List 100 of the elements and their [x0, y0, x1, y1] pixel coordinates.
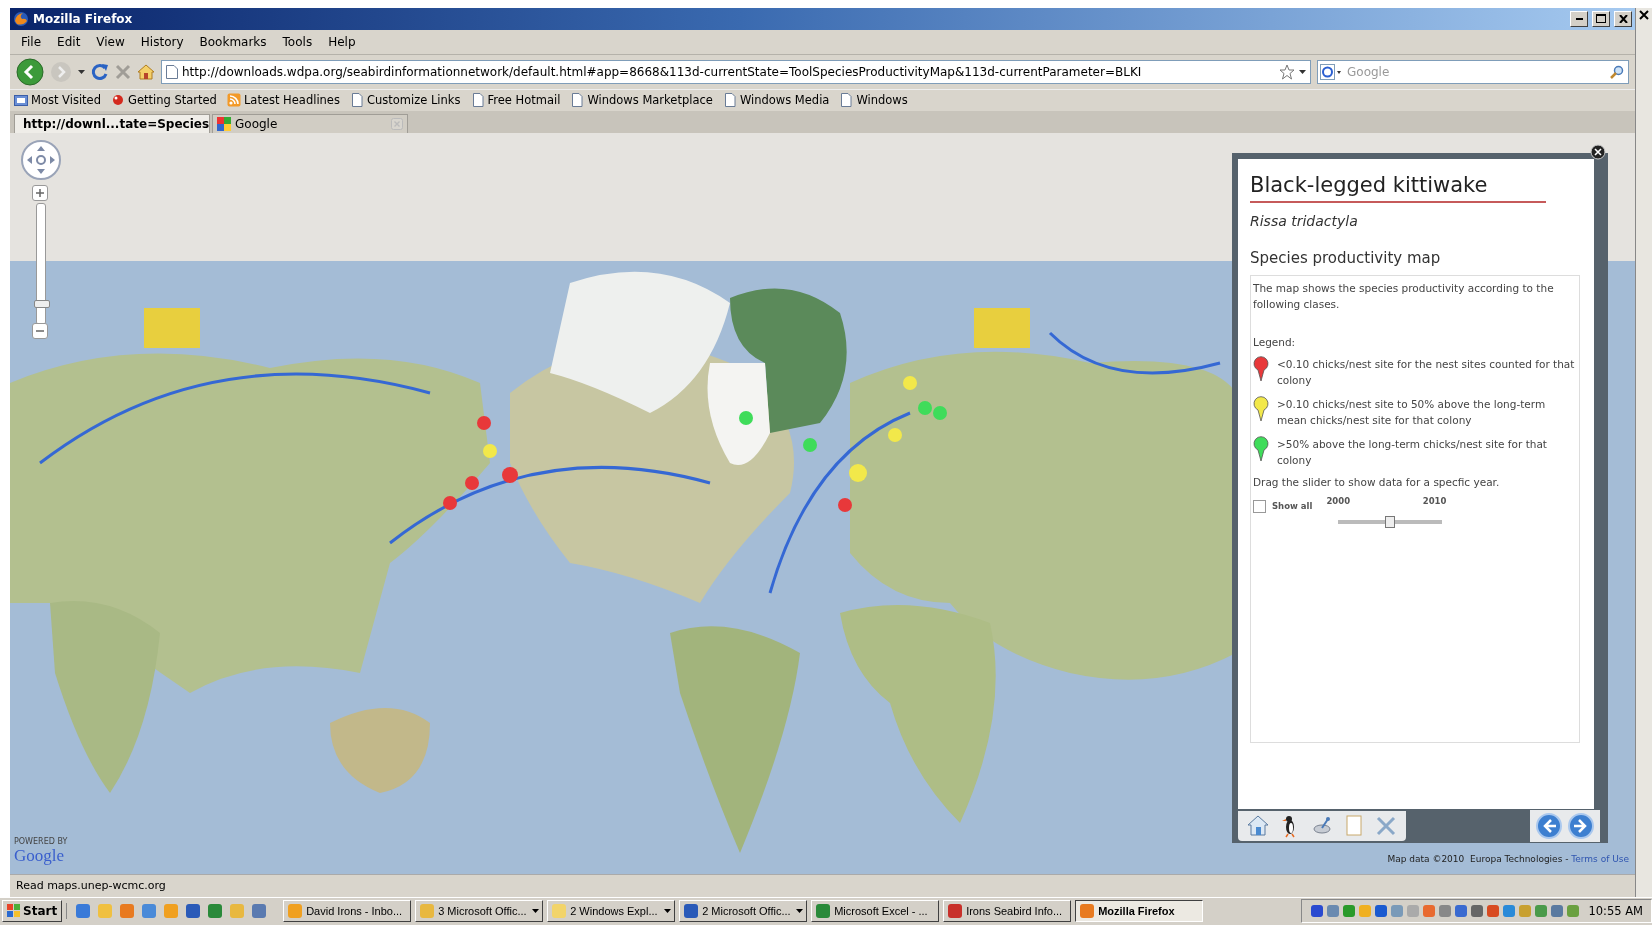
- search-engine-icon: [217, 117, 231, 132]
- instruction-text: Drag the slider to show data for a specfic year.: [1253, 476, 1501, 489]
- bookmark-link[interactable]: Latest Headlines: [226, 93, 340, 108]
- bookmark-link[interactable]: Windows Marketplace: [570, 93, 713, 108]
- previous-button[interactable]: [1536, 813, 1562, 840]
- pan-control-icon[interactable]: [20, 139, 62, 182]
- taskbar-button[interactable]: Mozilla Firefox: [1075, 900, 1204, 923]
- zoom-in-button[interactable]: [32, 185, 48, 202]
- menu-item[interactable]: Help: [321, 32, 363, 51]
- star-icon[interactable]: [1279, 63, 1295, 80]
- stop-icon: [115, 63, 131, 80]
- tray-icon[interactable]: [1550, 904, 1565, 919]
- address-field[interactable]: http://downloads.wdpa.org/seabirdinformationnetwork/default.html#app=8668&113d-currentState=ToolSpeciesProductivityMap&113d-currentParameter=BLKI: [161, 59, 1311, 84]
- app-icon: [947, 903, 964, 920]
- tray-icon[interactable]: [1438, 904, 1453, 919]
- legend-label: Legend:: [1253, 336, 1297, 349]
- app-icon[interactable]: [75, 903, 92, 920]
- history-dropdown-button[interactable]: [78, 69, 85, 74]
- app-icon[interactable]: [251, 903, 268, 920]
- close-icon[interactable]: [1639, 9, 1649, 20]
- bookmark-link[interactable]: Windows Media: [722, 93, 830, 108]
- menu-item[interactable]: History: [133, 32, 191, 51]
- app-icon[interactable]: [185, 903, 202, 920]
- scientific-name: Rissa tridactyla: [1250, 213, 1359, 230]
- close-button[interactable]: [1614, 10, 1632, 27]
- status-text: Read maps.unep-wcmc.org: [16, 879, 166, 893]
- app-icon[interactable]: [141, 903, 158, 920]
- page-icon: [722, 93, 737, 108]
- slider-label: 2000: [1326, 496, 1351, 507]
- next-button[interactable]: [1568, 813, 1594, 840]
- bug-icon: [111, 93, 125, 108]
- home-icon: [137, 63, 155, 80]
- minimize-icon: [1575, 17, 1583, 20]
- tray-icon[interactable]: [1534, 904, 1549, 919]
- app-icon: [287, 903, 304, 920]
- map-provider-logo: Google: [14, 845, 66, 866]
- slider-thumb[interactable]: [1385, 516, 1396, 529]
- map-attribution: Map data ©2010 Europa Technologies -: [1387, 853, 1570, 864]
- taskbar-button[interactable]: Irons Seabird Info...: [943, 900, 1072, 923]
- browser-tab[interactable]: Google: [212, 114, 408, 134]
- back-button[interactable]: [16, 57, 44, 86]
- menu-item[interactable]: Edit: [50, 32, 88, 51]
- tray-icon[interactable]: [1454, 904, 1469, 919]
- menu-item[interactable]: Bookmarks: [192, 32, 274, 51]
- browser-logo-icon: [13, 10, 29, 27]
- tray-icon[interactable]: [1390, 904, 1405, 919]
- app-icon: [1079, 903, 1096, 920]
- stop-button[interactable]: [115, 63, 131, 80]
- browser-tab[interactable]: http://downl...tate=Species: [14, 114, 210, 134]
- menu-item[interactable]: File: [14, 32, 49, 51]
- bookmark-link[interactable]: Customize Links: [349, 93, 461, 108]
- tray-icon[interactable]: [1374, 904, 1389, 919]
- legend-text: <0.10 chicks/nest site for the nest sites counted for that colony: [1277, 357, 1576, 389]
- menu-item[interactable]: Tools: [275, 32, 320, 51]
- bookmark-link[interactable]: Most Visited: [14, 93, 101, 108]
- legend-text: >50% above the long-term chicks/nest site for that colony: [1277, 437, 1548, 469]
- tray-icon[interactable]: [1566, 904, 1581, 919]
- app-icon: [551, 903, 568, 920]
- terms-link[interactable]: Terms of Use: [1571, 853, 1629, 864]
- slider-label: 2010: [1422, 496, 1447, 507]
- bookmark-link[interactable]: Windows: [839, 93, 908, 108]
- caret-icon: [796, 909, 804, 914]
- section-heading: Species productivity map: [1250, 249, 1442, 268]
- page-icon: [349, 93, 364, 108]
- tray-icon[interactable]: [1502, 904, 1517, 919]
- menu-item[interactable]: View: [89, 32, 132, 51]
- search-icon[interactable]: [1610, 64, 1624, 79]
- plus-icon: [36, 189, 44, 198]
- bookmark-link[interactable]: Getting Started: [111, 93, 217, 108]
- app-icon[interactable]: [119, 903, 136, 920]
- minimize-button[interactable]: [1570, 10, 1588, 27]
- page-icon: [570, 93, 585, 108]
- tray-icon[interactable]: [1310, 904, 1325, 919]
- taskbar-button[interactable]: 2 Microsoft Offic...: [679, 900, 808, 923]
- tray-icon[interactable]: [1326, 904, 1341, 919]
- window-title: Mozilla Firefox: [33, 11, 134, 26]
- tray-icon[interactable]: [1422, 904, 1437, 919]
- home-icon: [1246, 814, 1270, 839]
- legend-text: >0.10 chicks/nest site to 50% above the long-term mean chicks/nest site for that colony: [1277, 397, 1547, 429]
- tray-icon[interactable]: [1470, 904, 1485, 919]
- zoom-out-button[interactable]: [32, 323, 48, 340]
- zoom-slider-thumb[interactable]: [34, 299, 50, 308]
- caret-icon[interactable]: [1299, 69, 1306, 74]
- page-icon: [839, 93, 854, 108]
- maximize-button[interactable]: [1592, 10, 1610, 27]
- taskbar-button[interactable]: 2 Windows Expl...: [547, 900, 676, 923]
- home-button[interactable]: [137, 63, 155, 80]
- app-icon: [815, 903, 832, 920]
- reload-button[interactable]: [91, 62, 109, 81]
- bookmark-link[interactable]: Free Hotmail: [470, 93, 561, 108]
- search-field[interactable]: Google: [1317, 59, 1629, 84]
- taskbar-button[interactable]: Microsoft Excel - ...: [811, 900, 940, 923]
- app-icon[interactable]: [207, 903, 224, 920]
- checkbox-label: Show all: [1272, 501, 1313, 512]
- tray-icon[interactable]: [1342, 904, 1357, 919]
- show-all-checkbox[interactable]: [1253, 500, 1266, 514]
- tray-icon[interactable]: [1486, 904, 1501, 919]
- taskbar-button[interactable]: 3 Microsoft Offic...: [415, 900, 544, 923]
- taskbar-button[interactable]: David Irons - Inbo...: [283, 900, 412, 923]
- start-button[interactable]: Start: [2, 900, 63, 923]
